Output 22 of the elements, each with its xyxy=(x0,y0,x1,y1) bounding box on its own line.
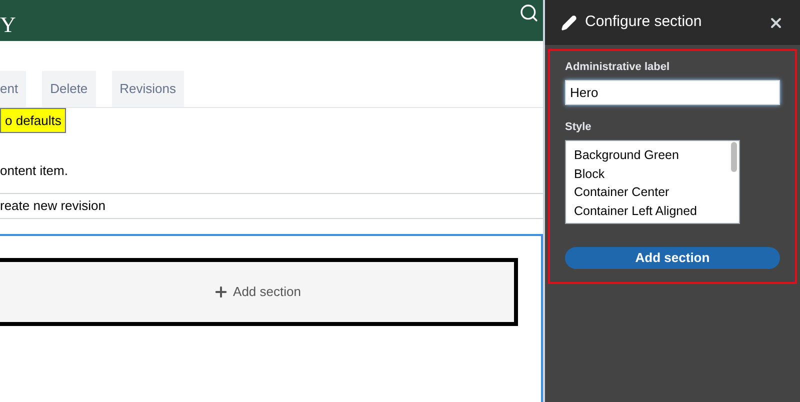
tab[interactable]: Revisions xyxy=(112,71,184,107)
listbox-option[interactable]: Block xyxy=(574,164,731,183)
scrollbar-thumb[interactable] xyxy=(731,142,737,172)
description-text: ontent item. xyxy=(0,162,69,180)
tab[interactable]: ent xyxy=(0,71,26,107)
plus-icon xyxy=(213,284,230,300)
submit-button[interactable]: Add section xyxy=(565,247,780,269)
listbox-option[interactable]: Container Center xyxy=(574,183,731,202)
listbox-option[interactable]: Background Green xyxy=(574,146,731,164)
checkbox-label: reate new revision xyxy=(0,198,106,212)
search-icon[interactable] xyxy=(519,2,539,22)
field-label: Administrative label xyxy=(565,60,671,75)
input-field[interactable]: Hero xyxy=(565,80,780,104)
pencil-icon xyxy=(561,14,577,30)
listbox-option[interactable]: Container Left Aligned xyxy=(574,202,731,220)
revert-button[interactable]: o defaults xyxy=(0,108,66,133)
style-listbox[interactable]: Background Green Block Container Center Container Left Aligned xyxy=(565,140,740,224)
tab[interactable]: Delete xyxy=(42,71,96,107)
add-section-link[interactable]: Add section xyxy=(213,282,301,302)
site-logo: Y xyxy=(0,11,16,39)
field-label: Style xyxy=(565,120,592,134)
panel-title: Configure section xyxy=(585,12,703,32)
